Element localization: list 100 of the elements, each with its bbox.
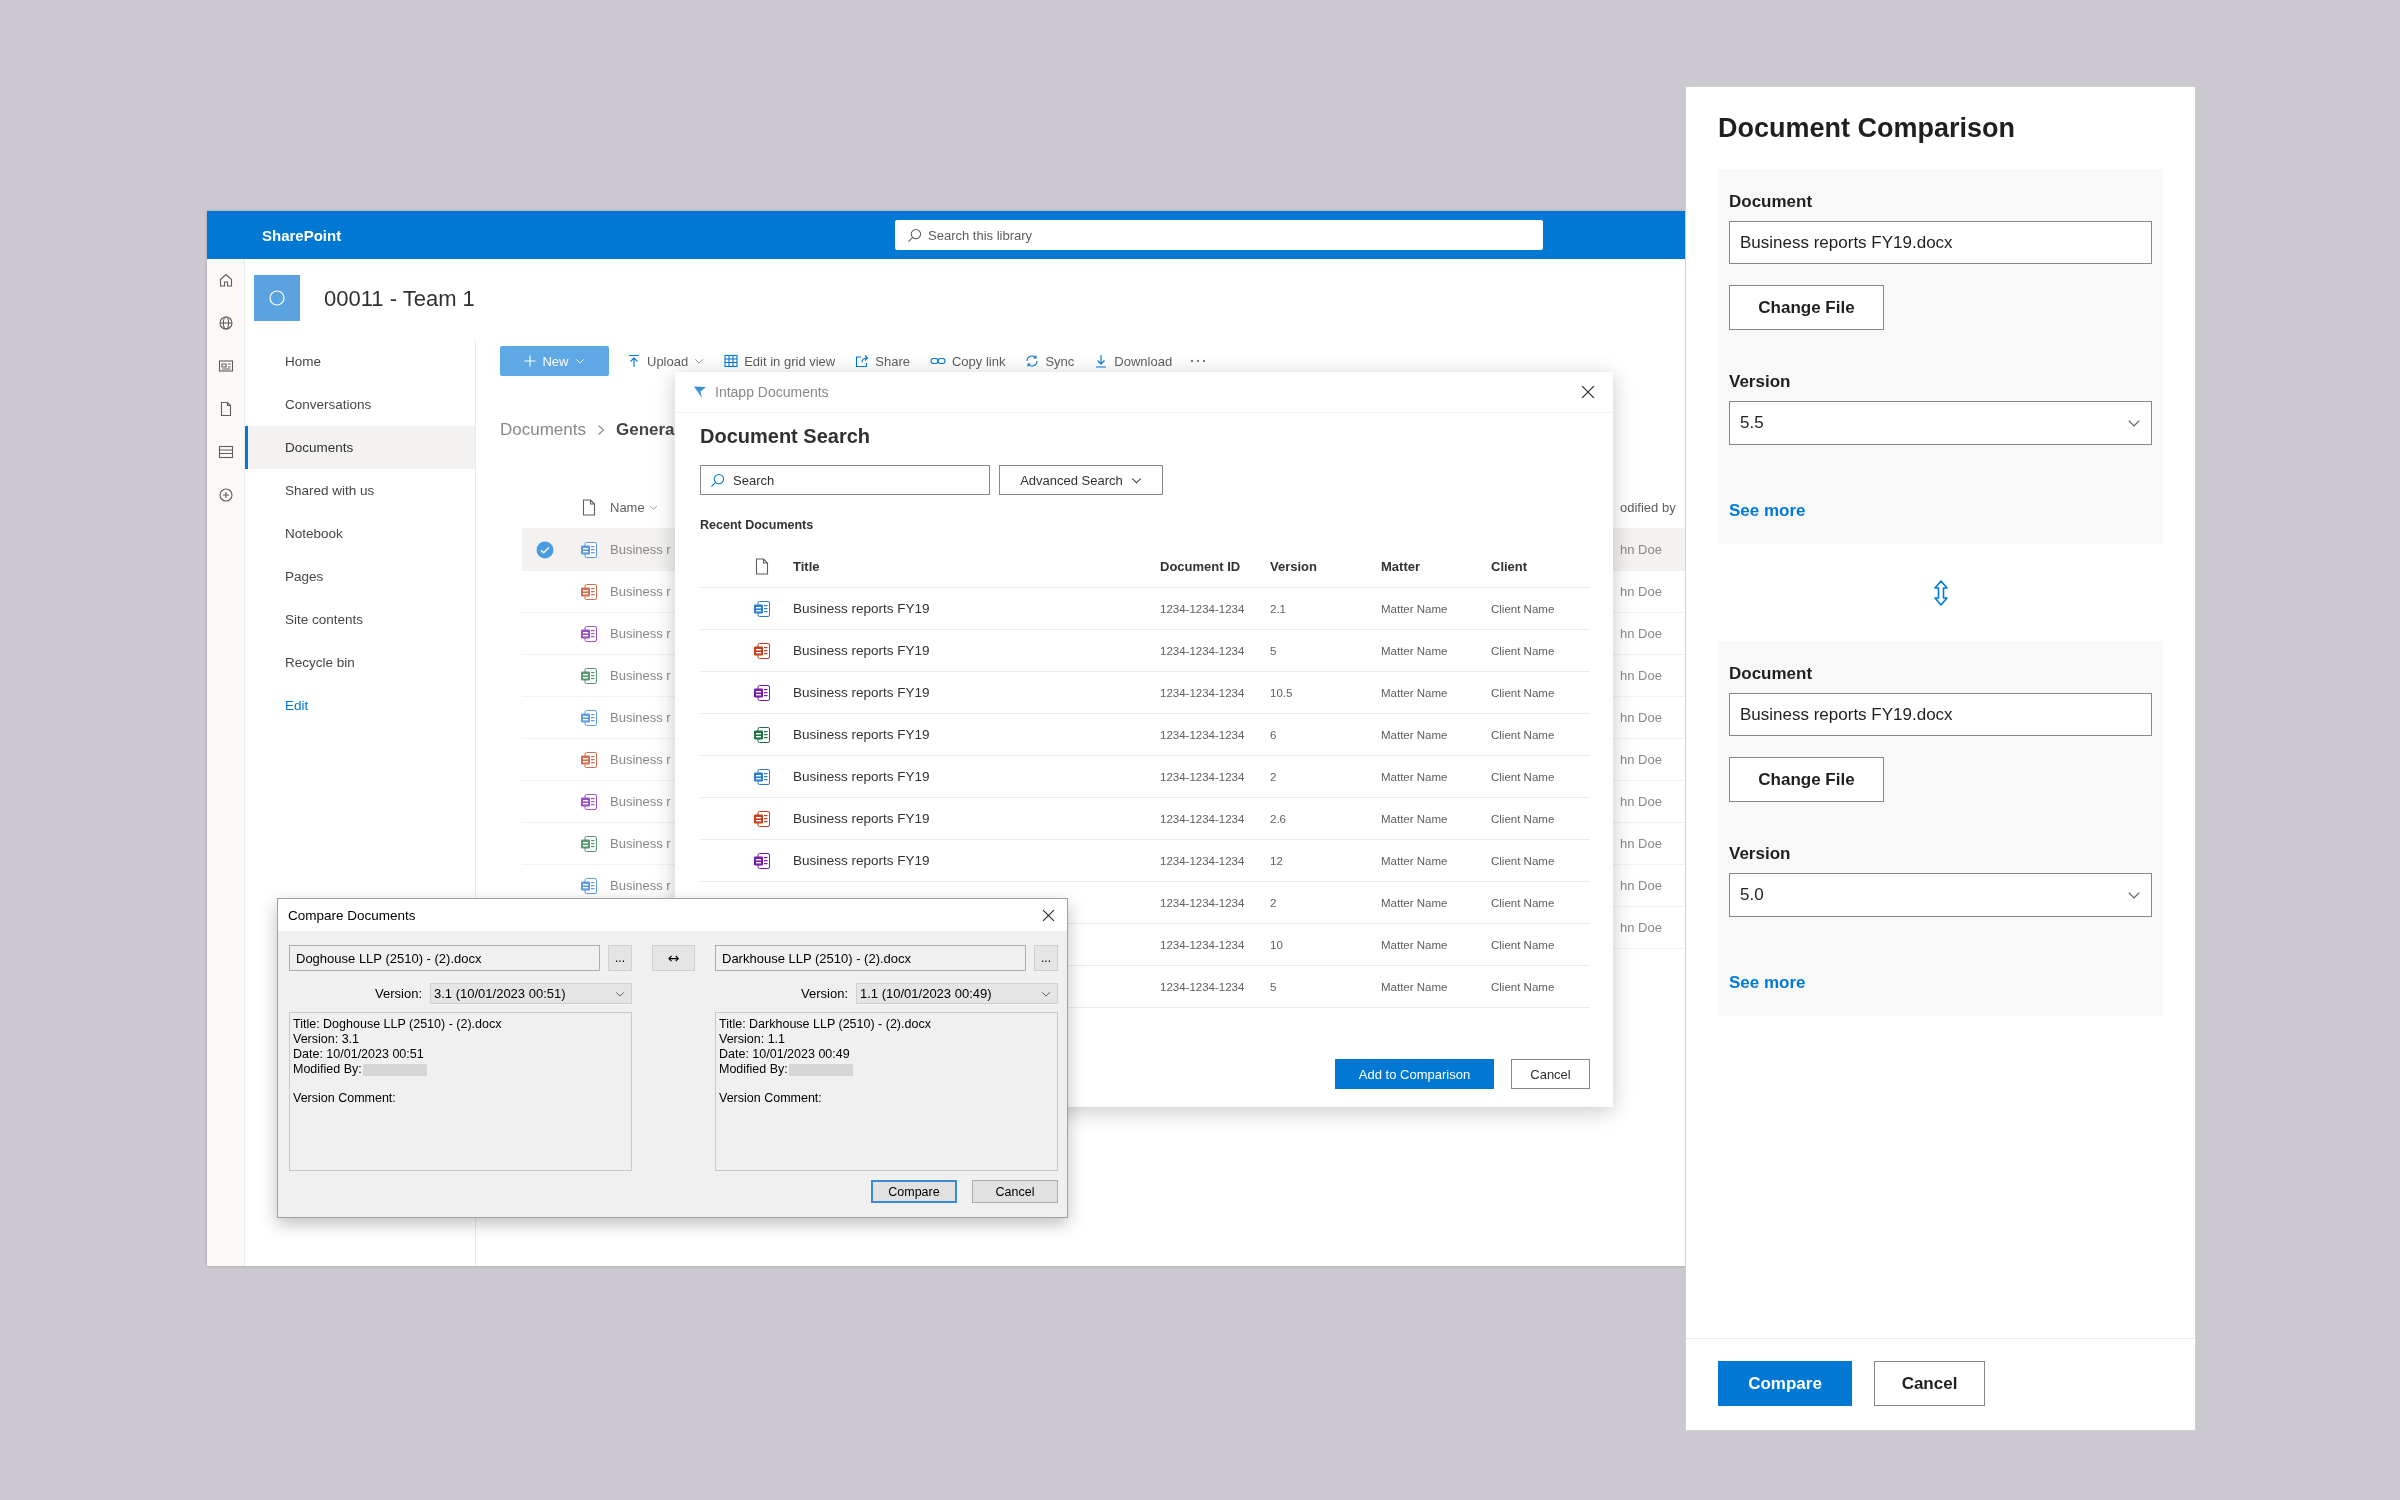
check-icon[interactable] — [536, 540, 554, 559]
see-more-link[interactable]: See more — [1729, 973, 1806, 993]
toolbar-button[interactable]: Copy link — [927, 346, 1008, 376]
compare-button[interactable]: Compare — [1718, 1361, 1852, 1406]
plus-icon — [524, 355, 537, 367]
field-label: Version: — [375, 986, 422, 1001]
file-name[interactable]: Business r — [610, 584, 671, 599]
cancel-button[interactable]: Cancel — [1511, 1059, 1590, 1089]
nav-item[interactable]: Pages — [245, 555, 475, 598]
version-dropdown[interactable]: 5.5 — [1729, 401, 2152, 445]
search-field[interactable]: Search this library — [895, 220, 1543, 250]
column-header[interactable]: Client — [1491, 559, 1590, 574]
file-name[interactable]: Business r — [610, 626, 671, 641]
nav-item[interactable]: Conversations — [245, 383, 475, 426]
toolbar-button[interactable]: Edit in grid view — [722, 346, 838, 376]
table-cell-text: Client Name — [1491, 602, 1556, 615]
redaction-bar — [362, 1063, 427, 1076]
version-dropdown[interactable]: 1.1 (10/01/2023 00:49) — [856, 983, 1058, 1004]
file-field[interactable]: Business reports FY19.docx — [1729, 221, 2152, 264]
close-icon[interactable] — [1581, 385, 1595, 399]
table-cell-text: Matter Name — [1381, 770, 1449, 783]
change-file-button[interactable]: Change File — [1729, 285, 1884, 330]
file-name[interactable]: Business r — [610, 878, 671, 893]
detail-text: Date: 10/01/2023 00:49 — [719, 1047, 850, 1062]
document-title[interactable]: Business reports FY19 — [793, 853, 930, 868]
table-cell-text: Matter Name — [1381, 686, 1449, 699]
file-icon — [753, 641, 771, 660]
cancel-button[interactable]: Cancel — [972, 1180, 1058, 1203]
browse-button[interactable]: ... — [608, 945, 632, 971]
file-icon — [755, 558, 769, 575]
column-header[interactable]: Version — [1270, 559, 1381, 574]
globe-icon[interactable] — [217, 315, 234, 331]
breadcrumb-item[interactable]: Documents — [500, 420, 586, 440]
column-header[interactable]: Matter — [1381, 559, 1491, 574]
file-name[interactable]: Business r — [610, 794, 671, 809]
file-name[interactable]: Business r — [610, 668, 671, 683]
window-title: Intapp Documents — [715, 384, 830, 400]
version-dropdown[interactable]: 3.1 (10/01/2023 00:51) — [430, 983, 632, 1004]
section-title: Recent Documents — [700, 518, 815, 532]
document-title[interactable]: Business reports FY19 — [793, 685, 930, 700]
search-field[interactable]: Search — [700, 465, 990, 495]
modified-by-text: hn Doe — [1620, 584, 1663, 599]
file-field[interactable]: Business reports FY19.docx — [1729, 693, 2152, 736]
nav-item[interactable]: Home — [245, 340, 475, 383]
see-more-link[interactable]: See more — [1729, 501, 1806, 521]
swap-button[interactable]: ↔ — [652, 945, 695, 971]
advanced-search-button[interactable]: Advanced Search — [999, 465, 1163, 495]
toolbar-button[interactable]: Download — [1092, 346, 1175, 376]
edit-link[interactable]: Edit — [245, 684, 475, 727]
swap-icon[interactable] — [1932, 579, 1949, 606]
file-name[interactable]: Business r — [610, 836, 671, 851]
table-cell-text: Client Name — [1491, 938, 1556, 951]
file-field[interactable]: Doghouse LLP (2510) - (2).docx — [289, 945, 600, 971]
news-icon[interactable] — [217, 358, 234, 374]
close-icon[interactable] — [1042, 908, 1055, 922]
column-header[interactable]: Name — [610, 500, 645, 515]
document-title[interactable]: Business reports FY19 — [793, 769, 930, 784]
dialog-heading: Document Search — [700, 424, 872, 448]
toolbar-button[interactable]: Upload — [625, 346, 707, 376]
file-field[interactable]: Darkhouse LLP (2510) - (2).docx — [715, 945, 1026, 971]
nav-item[interactable]: Site contents — [245, 598, 475, 641]
field-label: Document — [1729, 663, 1814, 685]
table-cell-text: 1234-1234-1234 — [1160, 980, 1246, 993]
file-name[interactable]: Business r — [610, 710, 671, 725]
document-title[interactable]: Business reports FY19 — [793, 643, 930, 658]
nav-item[interactable]: Notebook — [245, 512, 475, 555]
list-icon[interactable] — [217, 444, 234, 460]
caret-icon — [694, 356, 705, 366]
column-header[interactable]: Document ID — [1160, 559, 1270, 574]
table-cell-text: 6 — [1270, 728, 1278, 741]
nav-item[interactable]: Shared with us — [245, 469, 475, 512]
more-icon[interactable] — [1190, 358, 1207, 364]
version-dropdown[interactable]: 5.0 — [1729, 873, 2152, 917]
table-cell-text: Matter Name — [1381, 602, 1449, 615]
change-file-button[interactable]: Change File — [1729, 757, 1884, 802]
nav-item[interactable]: Recycle bin — [245, 641, 475, 684]
nav-item[interactable]: Documents — [245, 426, 475, 469]
compare-button[interactable]: Compare — [871, 1180, 957, 1203]
breadcrumb-item[interactable]: Genera — [616, 420, 675, 440]
document-title[interactable]: Business reports FY19 — [793, 727, 930, 742]
table-cell-text: 12 — [1270, 854, 1284, 867]
search-icon — [907, 228, 922, 243]
modified-by-text: hn Doe — [1620, 752, 1663, 767]
column-header[interactable]: Title — [780, 559, 1160, 574]
redaction-bar — [788, 1063, 853, 1076]
file-name[interactable]: Business r — [610, 752, 671, 767]
document-title[interactable]: Business reports FY19 — [793, 811, 930, 826]
toolbar-button[interactable]: Share — [853, 346, 912, 376]
toolbar-button[interactable]: Sync — [1023, 346, 1077, 376]
table-cell-text: Matter Name — [1381, 896, 1449, 909]
detail-text: Date: 10/01/2023 00:51 — [293, 1047, 424, 1062]
document-title[interactable]: Business reports FY19 — [793, 601, 930, 616]
share-icon — [855, 354, 870, 368]
cancel-button[interactable]: Cancel — [1874, 1361, 1985, 1406]
add-icon[interactable] — [217, 487, 234, 503]
browse-button[interactable]: ... — [1034, 945, 1058, 971]
add-button[interactable]: Add to Comparison — [1335, 1059, 1494, 1089]
home-icon[interactable] — [217, 272, 234, 288]
column-header[interactable]: odified by — [1620, 500, 1685, 515]
file-icon — [753, 725, 771, 744]
